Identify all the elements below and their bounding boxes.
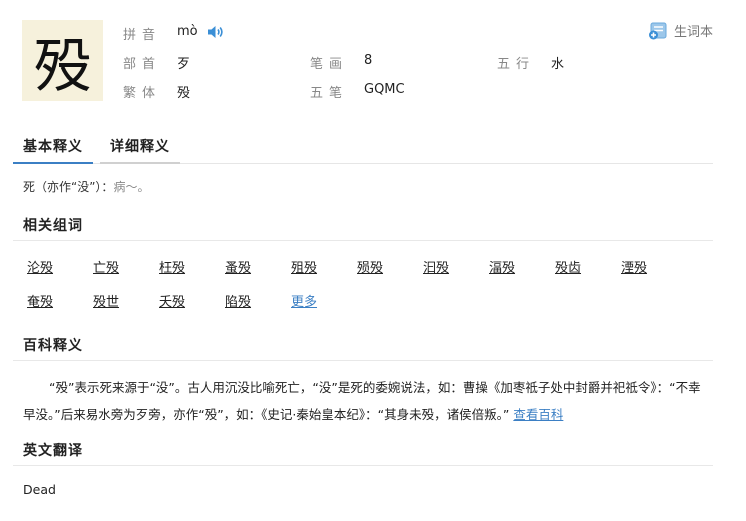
tab-basic-definition[interactable]: 基本释义 bbox=[13, 136, 93, 164]
related-word-link[interactable]: 殒殁 bbox=[357, 257, 383, 276]
fanti-label: 繁体 bbox=[123, 86, 162, 101]
wubi-value: GQMC bbox=[364, 82, 405, 97]
speaker-icon[interactable] bbox=[207, 25, 225, 39]
bihua-label: 笔画 bbox=[310, 57, 349, 72]
related-word-link[interactable]: 枉殁 bbox=[159, 257, 185, 276]
bushou-value: 歹 bbox=[177, 57, 191, 72]
definition-text: 死（亦作“没”）： bbox=[23, 180, 114, 194]
divider bbox=[13, 465, 713, 466]
fanti-value: 殁 bbox=[177, 86, 191, 101]
divider bbox=[13, 360, 713, 361]
character-display: 殁 bbox=[22, 20, 103, 101]
definition-tabs: 基本释义 详细释义 bbox=[13, 133, 713, 164]
related-word-link[interactable]: 殁齿 bbox=[555, 257, 581, 276]
vocabulary-book-button[interactable]: 生词本 bbox=[648, 21, 713, 40]
related-words-title: 相关组词 bbox=[23, 218, 83, 234]
related-word-link[interactable]: 奄殁 bbox=[27, 291, 53, 310]
view-baike-link[interactable]: 查看百科 bbox=[513, 407, 563, 422]
bushou-label: 部首 bbox=[123, 57, 162, 72]
related-word-link[interactable]: 殁世 bbox=[93, 291, 119, 310]
more-words-link[interactable]: 更多 bbox=[291, 291, 317, 310]
english-translation: Dead bbox=[23, 482, 56, 497]
related-word-link[interactable]: 湮殁 bbox=[621, 257, 647, 276]
related-word-link[interactable]: 蚤殁 bbox=[225, 257, 251, 276]
vocabulary-book-icon bbox=[649, 22, 667, 39]
wubi-label: 五笔 bbox=[310, 86, 349, 101]
pinyin-label: 拼音 bbox=[123, 28, 162, 43]
related-word-link[interactable]: 汩殁 bbox=[423, 257, 449, 276]
bihua-value: 8 bbox=[364, 53, 373, 68]
baike-text: “殁”表示死来源于“没”。古人用沉没比喻死亡，“没”是死的委婉说法，如：曹操《加… bbox=[23, 380, 701, 422]
wuxing-label: 五行 bbox=[497, 57, 536, 72]
divider bbox=[13, 240, 713, 241]
baike-title: 百科释义 bbox=[23, 338, 83, 354]
related-word-link[interactable]: 亡殁 bbox=[93, 257, 119, 276]
wuxing-value: 水 bbox=[551, 57, 565, 72]
basic-definition: 死（亦作“没”）：病～。 bbox=[23, 178, 149, 195]
related-word-link[interactable]: 陷殁 bbox=[225, 291, 251, 310]
related-word-link[interactable]: 殂殁 bbox=[291, 257, 317, 276]
baike-definition: “殁”表示死来源于“没”。古人用沉没比喻死亡，“没”是死的委婉说法，如：曹操《加… bbox=[23, 374, 708, 428]
english-title: 英文翻译 bbox=[23, 443, 83, 459]
vocabulary-book-label: 生词本 bbox=[674, 25, 714, 40]
pinyin-value: mò bbox=[177, 24, 198, 39]
definition-example: 病～。 bbox=[113, 180, 150, 194]
related-word-link[interactable]: 沦殁 bbox=[27, 257, 53, 276]
related-word-link[interactable]: 湢殁 bbox=[489, 257, 515, 276]
tab-detailed-definition[interactable]: 详细释义 bbox=[100, 136, 180, 164]
related-word-link[interactable]: 夭殁 bbox=[159, 291, 185, 310]
